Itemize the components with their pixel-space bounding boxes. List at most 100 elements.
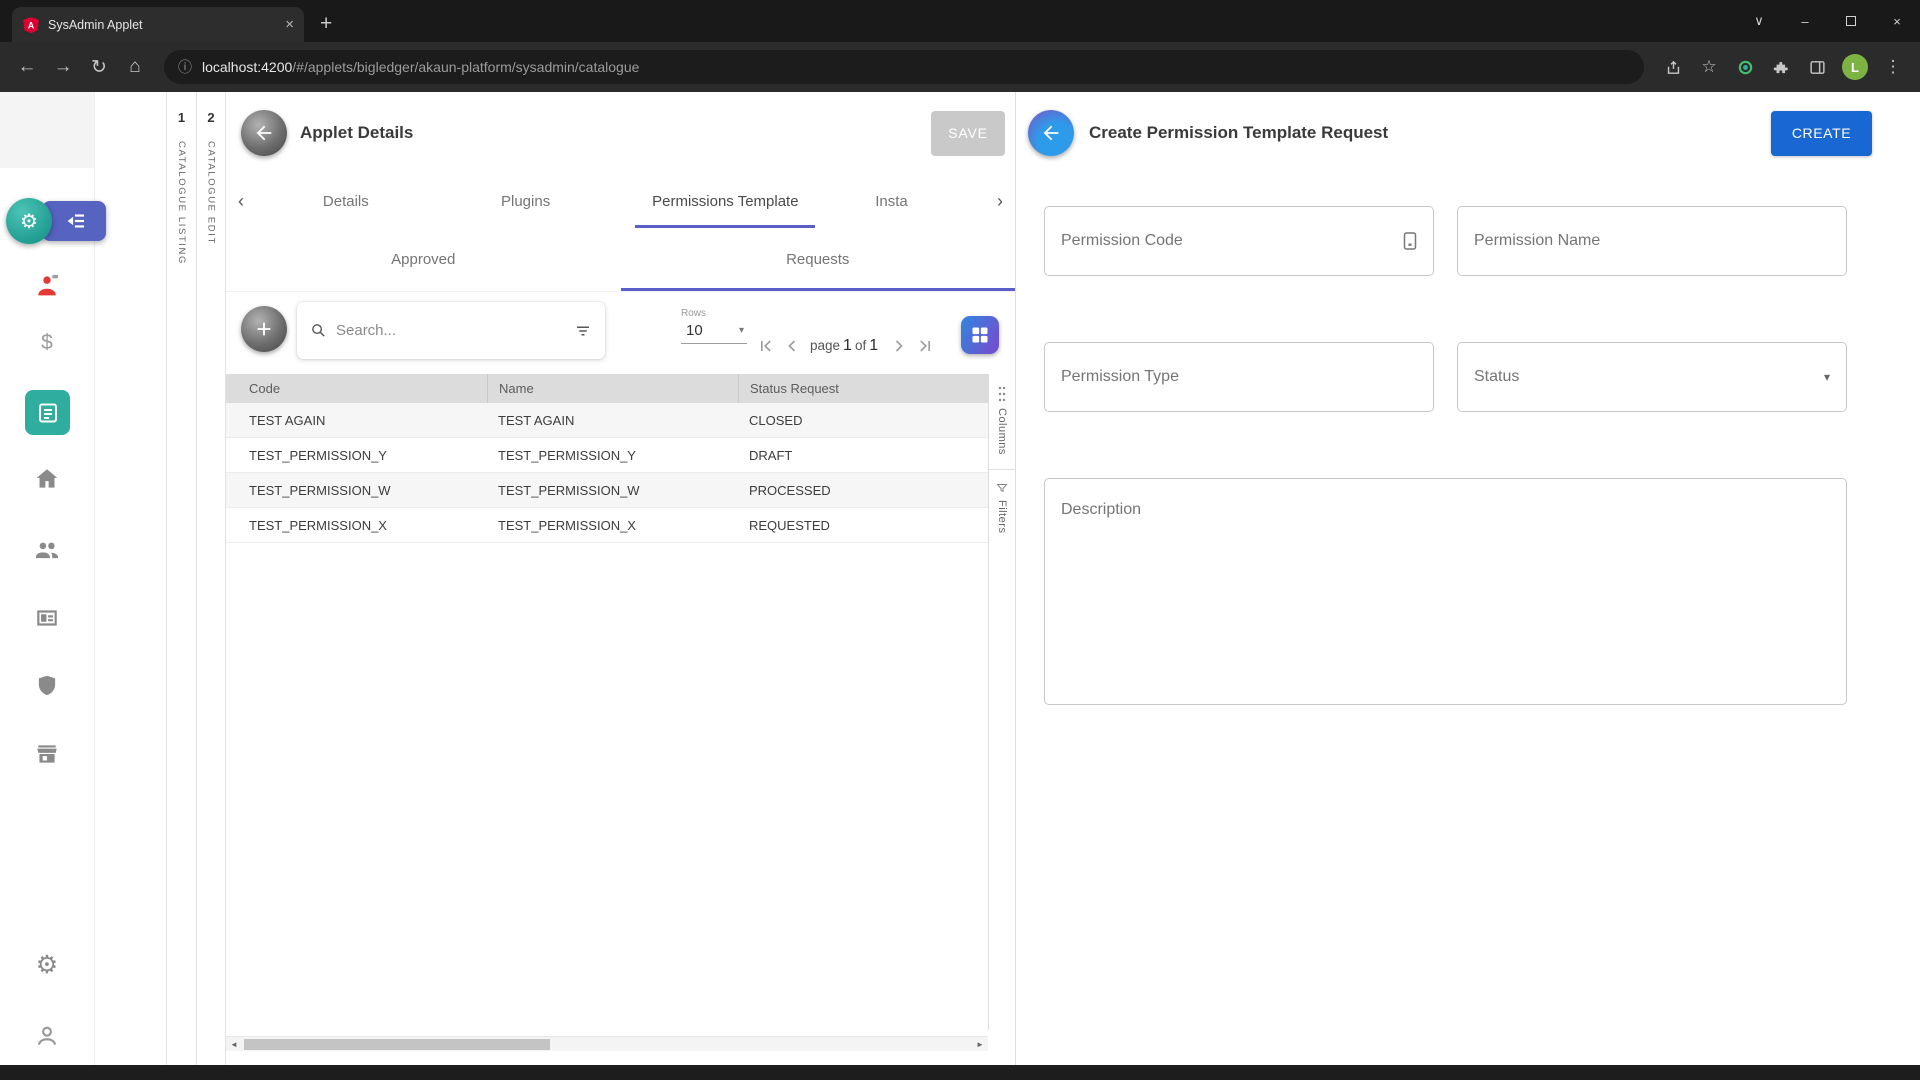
fab-gear-icon: ⚙	[20, 209, 38, 234]
code-scanner-icon[interactable]	[1403, 232, 1417, 250]
cell-code: TEST_PERMISSION_W	[226, 473, 487, 507]
address-bar[interactable]: ⓘ localhost:4200/#/applets/bigledger/aka…	[164, 50, 1644, 84]
sidebar-item-catalogue-active[interactable]	[25, 390, 70, 435]
extension-badge-icon[interactable]	[1730, 59, 1760, 76]
profile-avatar[interactable]: L	[1842, 54, 1868, 80]
step-label: CATALOGUE LISTING	[176, 141, 187, 265]
column-header-code[interactable]: Code	[226, 374, 487, 403]
tab-close-icon[interactable]: ×	[285, 17, 294, 32]
filters-toggle[interactable]: Filters	[996, 500, 1008, 533]
taskbar-strip	[0, 1065, 1920, 1080]
column-header-status[interactable]: Status Request	[738, 374, 988, 403]
scroll-left-icon[interactable]: ◄	[226, 1037, 242, 1052]
share-icon[interactable]	[1658, 59, 1688, 76]
back-icon[interactable]: ←	[12, 56, 42, 78]
total-pages: 1	[869, 337, 878, 354]
permission-type-field[interactable]: Permission Type	[1044, 342, 1434, 412]
rows-per-page[interactable]: Rows 10 ▾	[681, 308, 747, 344]
permission-code-field[interactable]: Permission Code	[1044, 206, 1434, 276]
table-row[interactable]: TEST AGAIN TEST AGAIN CLOSED	[226, 403, 988, 438]
table-row[interactable]: TEST_PERMISSION_Y TEST_PERMISSION_Y DRAF…	[226, 438, 988, 473]
chevron-down-icon: ▾	[1824, 370, 1830, 384]
table-row[interactable]: TEST_PERMISSION_X TEST_PERMISSION_X REQU…	[226, 508, 988, 543]
window-controls: ∨ – ×	[1736, 0, 1920, 42]
step-catalogue-edit[interactable]: 2 CATALOGUE EDIT	[196, 92, 226, 1065]
bookmark-star-icon[interactable]: ☆	[1694, 57, 1724, 77]
cell-status: CLOSED	[738, 403, 988, 437]
columns-toggle[interactable]: Columns	[996, 408, 1008, 455]
column-header-name[interactable]: Name	[487, 374, 738, 403]
subtab-approved[interactable]: Approved	[226, 228, 621, 291]
account-person-icon[interactable]	[0, 1023, 94, 1049]
add-request-button[interactable]	[241, 306, 287, 352]
finance-dollar-icon[interactable]: $	[0, 331, 94, 355]
filter-funnel-icon[interactable]	[996, 482, 1008, 494]
tab-plugins[interactable]: Plugins	[436, 174, 616, 228]
description-field[interactable]: Description	[1044, 478, 1847, 705]
table-toolbar: Rows 10 ▾ page1of1	[226, 292, 1015, 374]
url-path: /#/applets/bigledger/akaun-platform/sysa…	[292, 59, 639, 75]
tab-permissions-template[interactable]: Permissions Template	[615, 174, 835, 228]
arrow-left-icon	[1040, 122, 1062, 144]
settings-gear-icon[interactable]: ⚙	[0, 953, 94, 978]
tabs-scroll-left-icon[interactable]: ‹	[226, 174, 256, 228]
status-select[interactable]: Status ▾	[1457, 342, 1847, 412]
next-page-icon[interactable]	[887, 336, 911, 356]
security-shield-icon[interactable]	[0, 673, 94, 699]
browser-menu-icon[interactable]: ⋮	[1878, 57, 1908, 77]
field-label: Status	[1474, 368, 1519, 386]
extensions-puzzle-icon[interactable]	[1766, 59, 1796, 76]
new-tab-button[interactable]: +	[320, 13, 332, 34]
drag-handle-icon[interactable]	[997, 386, 1007, 402]
step-number: 2	[207, 110, 214, 125]
minimize-icon[interactable]: –	[1782, 0, 1828, 42]
search-icon	[310, 322, 327, 339]
browser-tab[interactable]: A SysAdmin Applet ×	[12, 7, 304, 42]
detail-tabs: ‹ Details Plugins Permissions Template I…	[226, 174, 1015, 228]
horizontal-scrollbar[interactable]: ◄ ►	[226, 1036, 988, 1051]
side-panel-icon[interactable]	[1802, 59, 1832, 76]
store-nav-icon[interactable]	[0, 741, 94, 767]
scrollbar-thumb[interactable]	[244, 1039, 550, 1050]
permission-subtabs: Approved Requests	[226, 228, 1015, 292]
cell-code: TEST AGAIN	[226, 403, 487, 437]
browser-tabstrip: A SysAdmin Applet × + ∨ – ×	[0, 0, 1920, 42]
home-nav-icon[interactable]	[0, 466, 94, 492]
cell-code: TEST_PERMISSION_X	[226, 508, 487, 542]
search-input[interactable]	[336, 322, 565, 339]
create-button[interactable]: CREATE	[1771, 111, 1872, 156]
prev-page-icon[interactable]	[780, 336, 804, 356]
back-button-dark[interactable]	[241, 110, 287, 156]
tabs-scroll-right-icon[interactable]: ›	[985, 174, 1015, 228]
close-window-icon[interactable]: ×	[1874, 0, 1920, 42]
bigledger-fab[interactable]: ⚙	[6, 198, 52, 244]
table-row[interactable]: TEST_PERMISSION_W TEST_PERMISSION_W PROC…	[226, 473, 988, 508]
back-button-blue[interactable]	[1028, 110, 1074, 156]
permission-name-field[interactable]: Permission Name	[1457, 206, 1847, 276]
filter-list-icon[interactable]	[574, 322, 592, 340]
save-button[interactable]: SAVE	[931, 111, 1005, 156]
grid-view-button[interactable]	[961, 316, 999, 354]
tab-instances[interactable]: Insta	[835, 174, 985, 228]
page-info-icon[interactable]: ⓘ	[178, 57, 192, 77]
users-nav-icon[interactable]	[0, 536, 94, 564]
hamburger-arrow-icon	[61, 211, 87, 231]
step-catalogue-listing[interactable]: 1 CATALOGUE LISTING	[166, 92, 196, 1065]
subtab-requests[interactable]: Requests	[621, 228, 1016, 291]
cell-name: TEST_PERMISSION_W	[487, 473, 738, 507]
reload-icon[interactable]: ↻	[84, 56, 114, 79]
forward-icon[interactable]: →	[48, 56, 78, 78]
wizard-steps: 1 CATALOGUE LISTING 2 CATALOGUE EDIT	[166, 92, 226, 1065]
tab-details[interactable]: Details	[256, 174, 436, 228]
first-page-icon[interactable]	[754, 336, 778, 356]
last-page-icon[interactable]	[913, 336, 937, 356]
home-icon[interactable]: ⌂	[120, 56, 150, 78]
cell-name: TEST_PERMISSION_Y	[487, 438, 738, 472]
strip-divider	[989, 469, 1015, 470]
maximize-icon[interactable]	[1828, 0, 1874, 42]
arrow-left-icon	[253, 122, 275, 144]
tab-search-icon[interactable]: ∨	[1736, 0, 1782, 42]
applet-icon-red[interactable]	[0, 272, 94, 300]
cards-nav-icon[interactable]	[0, 605, 94, 631]
scroll-right-icon[interactable]: ►	[972, 1037, 988, 1052]
